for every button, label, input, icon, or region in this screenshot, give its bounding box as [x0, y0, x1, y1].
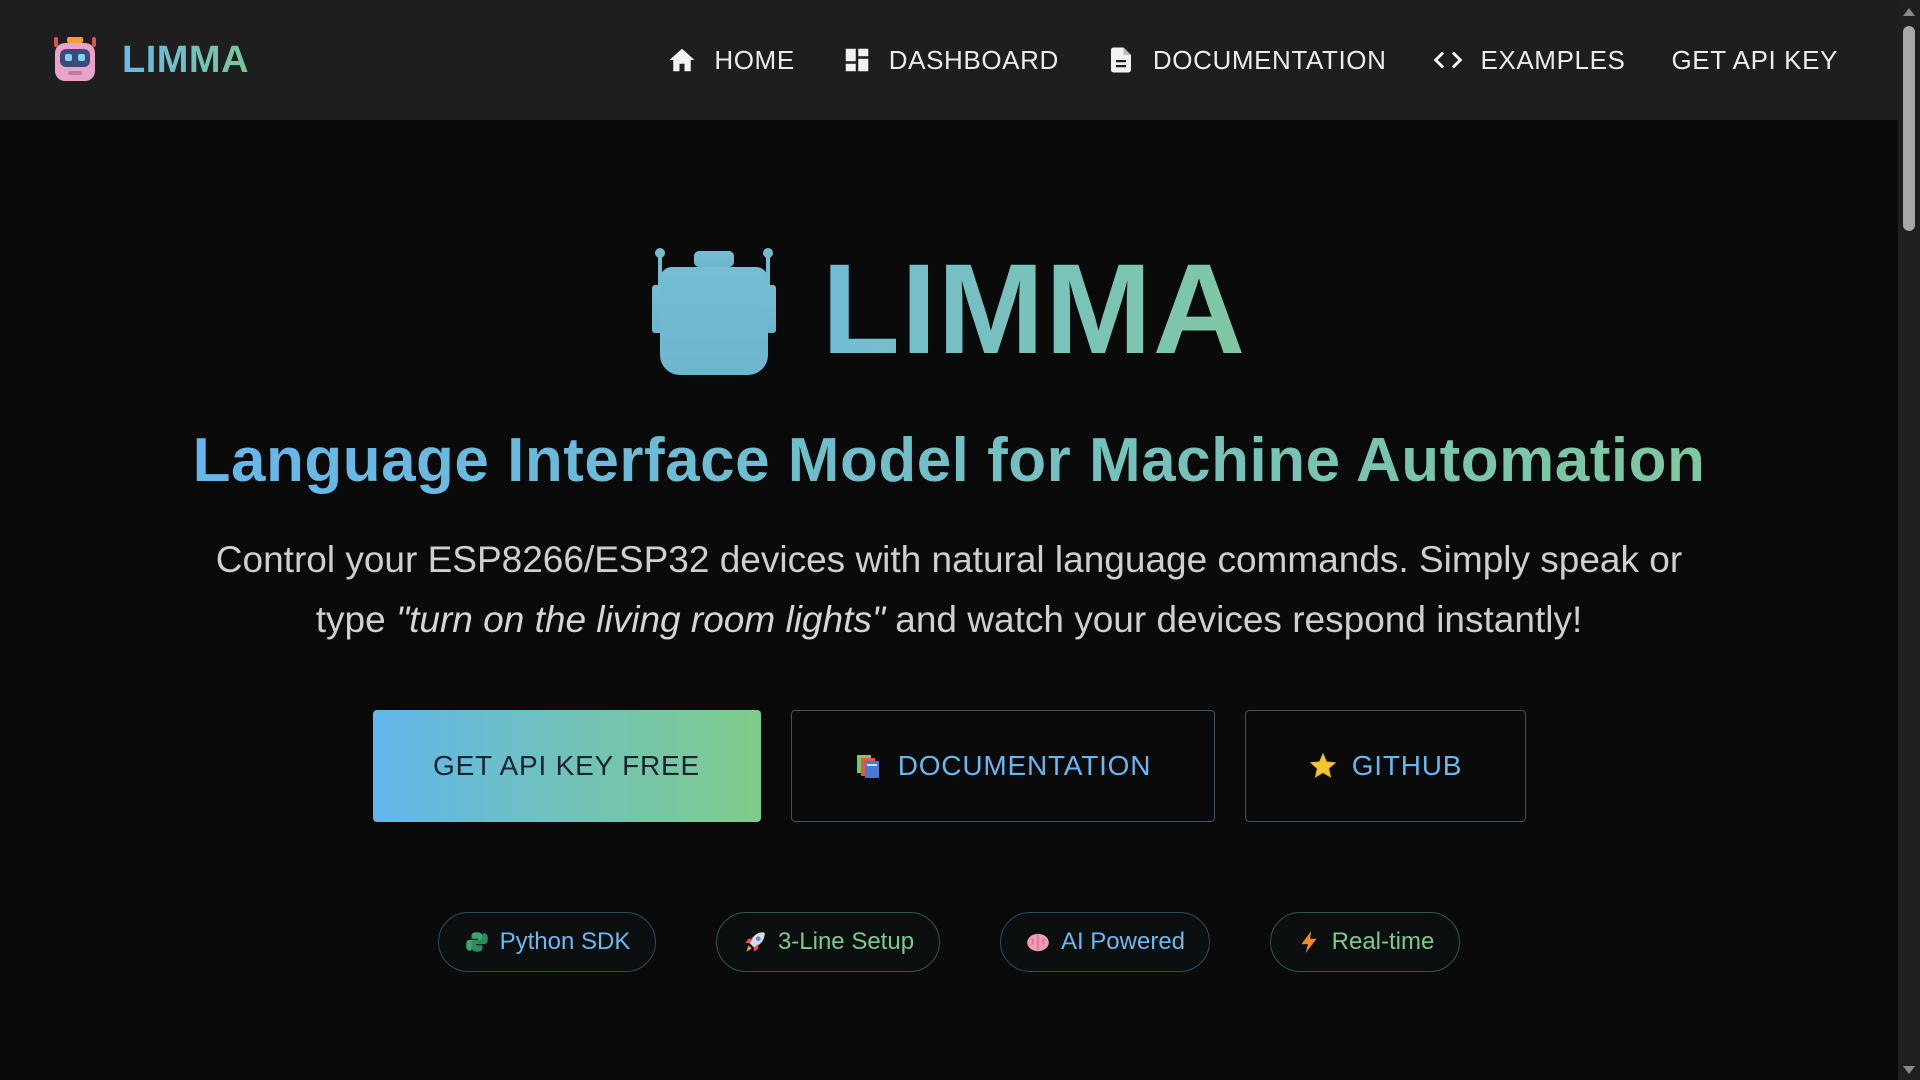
brain-icon	[1025, 929, 1051, 955]
description-quote: "turn on the living room lights"	[395, 599, 885, 640]
document-icon	[1105, 44, 1137, 76]
nav-examples-link[interactable]: EXAMPLES	[1432, 30, 1625, 90]
nav-get-api-key-label: GET API KEY	[1671, 44, 1838, 75]
github-button[interactable]: GITHUB	[1244, 710, 1526, 822]
feature-badge-python-sdk-label: Python SDK	[499, 928, 631, 955]
lightning-icon	[1296, 929, 1322, 955]
nav-get-api-key-link[interactable]: GET API KEY	[1671, 30, 1838, 90]
code-icon	[1432, 44, 1464, 76]
brand-link[interactable]: LIMMA	[50, 0, 249, 120]
nav-home-link[interactable]: HOME	[666, 30, 794, 90]
cta-buttons: GET API KEY FREE DOCUMENTATION GITHUB	[0, 710, 1898, 822]
hero-tagline: Language Interface Model for Machine Aut…	[0, 420, 1898, 502]
nav-documentation-link[interactable]: DOCUMENTATION	[1105, 30, 1387, 90]
nav-examples-label: EXAMPLES	[1480, 44, 1626, 75]
scroll-down-arrow-icon[interactable]	[1903, 1066, 1915, 1074]
page: LIMMA HOME DASHBOARD DOCUMENTATION EXAMP…	[0, 0, 1920, 1080]
hero-description: Control your ESP8266/ESP32 devices with …	[200, 530, 1698, 650]
feature-badges: Python SDK 3-Line Setup AI Powered Real-…	[0, 912, 1898, 972]
python-icon	[464, 929, 490, 955]
feature-badge-ai-powered-label: AI Powered	[1060, 928, 1186, 955]
feature-badge-3-line-setup-label: 3-Line Setup	[777, 928, 915, 955]
documentation-button-label: DOCUMENTATION	[897, 750, 1152, 781]
nav-dashboard-link[interactable]: DASHBOARD	[841, 30, 1059, 90]
nav-links: HOME DASHBOARD DOCUMENTATION EXAMPLES GE…	[620, 0, 1838, 120]
github-button-label: GITHUB	[1351, 750, 1463, 781]
scroll-up-arrow-icon[interactable]	[1903, 8, 1915, 16]
hero-title: LIMMA	[821, 238, 1247, 381]
robot-logo-icon	[50, 35, 100, 85]
get-api-key-free-label: GET API KEY FREE	[433, 750, 700, 781]
rocket-icon	[742, 929, 768, 955]
feature-badge-real-time-label: Real-time	[1331, 928, 1435, 955]
home-icon	[666, 44, 698, 76]
hero-tagline-text: Language Interface Model for Machine Aut…	[192, 426, 1706, 495]
feature-badge-3-line-setup: 3-Line Setup	[716, 912, 940, 972]
nav-documentation-label: DOCUMENTATION	[1152, 44, 1387, 75]
feature-badge-python-sdk: Python SDK	[438, 912, 656, 972]
robot-icon	[651, 245, 776, 375]
nav-home-label: HOME	[714, 44, 795, 75]
feature-badge-real-time: Real-time	[1270, 912, 1460, 972]
hero-heading: LIMMA	[0, 240, 1898, 380]
books-icon	[854, 751, 884, 781]
star-icon	[1308, 751, 1338, 781]
page-scrollbar[interactable]	[1898, 0, 1920, 1080]
documentation-button[interactable]: DOCUMENTATION	[790, 710, 1215, 822]
scrollbar-thumb[interactable]	[1903, 26, 1915, 231]
dashboard-icon	[841, 44, 873, 76]
brand-name: LIMMA	[122, 38, 250, 81]
nav-dashboard-label: DASHBOARD	[888, 44, 1059, 75]
top-navbar: LIMMA HOME DASHBOARD DOCUMENTATION EXAMP…	[0, 0, 1898, 120]
description-text-end: and watch your devices respond instantly…	[885, 599, 1583, 640]
feature-badge-ai-powered: AI Powered	[1000, 912, 1210, 972]
get-api-key-free-button[interactable]: GET API KEY FREE	[372, 710, 761, 822]
